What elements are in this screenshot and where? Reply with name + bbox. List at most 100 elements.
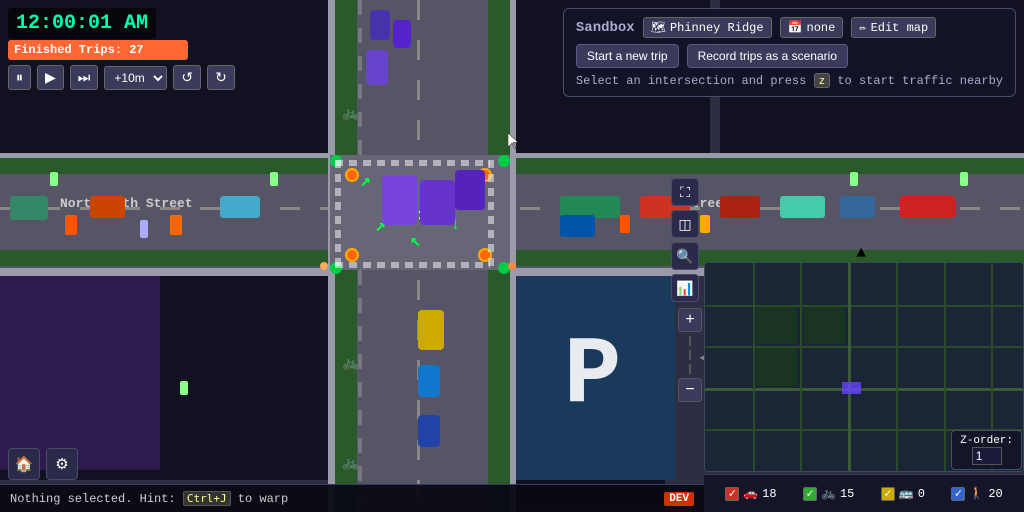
layers-button[interactable]: ◫ (671, 210, 699, 238)
z-order-label: Z-order: (960, 435, 1013, 447)
car-west3 (220, 196, 260, 218)
car-v2 (370, 10, 390, 40)
car-int1 (382, 175, 417, 225)
crosswalk-bottom (335, 262, 490, 268)
fast-forward-button[interactable]: ⏭ (70, 65, 99, 90)
car-int3 (455, 170, 485, 210)
record-trips-button[interactable]: Record trips as a scenario (687, 44, 848, 68)
legend-bike-icon: 🚲 (821, 486, 836, 501)
car-south3 (418, 415, 440, 447)
edit-map-badge[interactable]: ✏ Edit map (851, 17, 936, 38)
car-south1 (418, 310, 444, 350)
legend-bus: ✓ 🚌 0 (881, 486, 925, 501)
legend-bike-count: 15 (840, 487, 854, 501)
signal-tl (345, 168, 359, 182)
bike-symbol-3: 🚲 (342, 455, 359, 472)
sandbox-title-row: Sandbox 🗺 Phinney Ridge 📅 none ✏ Edit ma… (576, 17, 1003, 38)
minimap-nav-up[interactable]: ▲ (856, 244, 866, 262)
street-label-west: North 87th Street (60, 196, 193, 211)
car-west2 (90, 196, 125, 218)
settings-button[interactable]: ⚙ (46, 448, 78, 480)
pedestrian-2 (508, 262, 516, 270)
car-arrow-up2 (170, 215, 182, 235)
arrow-east2 (700, 215, 710, 233)
legend-ped-count: 20 (988, 487, 1002, 501)
arrow-5: ↖ (410, 230, 421, 252)
hint-suffix: to start traffic nearby (837, 74, 1003, 88)
pedestrian-1 (320, 262, 328, 270)
bike-top1 (50, 172, 58, 186)
edit-label: Edit map (871, 21, 929, 35)
ped-signal-2 (498, 155, 510, 167)
zoom-separator2 (689, 350, 691, 360)
scenario-icon: 📅 (788, 20, 803, 35)
legend-bike-checkbox[interactable]: ✓ (803, 487, 817, 501)
car-v3 (393, 20, 411, 48)
sandbox-label: Sandbox (576, 20, 635, 36)
status-bar: Nothing selected. Hint: Ctrl+J to warp D… (0, 484, 704, 512)
vroad-dash-2 (358, 270, 362, 512)
legend-ped-icon: 🚶 (969, 486, 984, 501)
z-order-input[interactable] (972, 447, 1002, 465)
chart-button[interactable]: 📊 (671, 274, 699, 302)
reset-button[interactable]: ↺ (173, 65, 201, 90)
fullscreen-button[interactable]: ⛶ (671, 178, 699, 206)
parking-lot: P (510, 270, 675, 480)
legend-ped-checkbox[interactable]: ✓ (951, 487, 965, 501)
play-button[interactable]: ▶ (37, 65, 64, 90)
car-west1 (10, 196, 48, 220)
edit-icon: ✏ (859, 20, 866, 35)
legend-car-count: 18 (762, 487, 776, 501)
status-text: Nothing selected. Hint: Ctrl+J to warp (10, 492, 288, 506)
bike-west1 (140, 220, 148, 238)
hint-key: z (814, 73, 831, 88)
zoom-separator (689, 336, 691, 346)
arrow-1: ↗ (360, 170, 371, 192)
car-int2 (420, 180, 455, 225)
speed-select[interactable]: +10m +1m +30s (104, 66, 167, 90)
dev-badge: DEV (664, 492, 694, 506)
legend-bike: ✓ 🚲 15 (803, 486, 854, 501)
vroad-dash-1 (358, 0, 362, 155)
new-trip-button[interactable]: Start a new trip (576, 44, 679, 68)
crosswalk-left (335, 160, 341, 270)
zoom-out-button[interactable]: − (678, 378, 702, 402)
search-button[interactable]: 🔍 (671, 242, 699, 270)
restart-button[interactable]: ↻ (207, 65, 235, 90)
bike-symbol-2: 🚲 (342, 355, 359, 372)
bottom-legend: ✓ 🚗 18 ✓ 🚲 15 ✓ 🚌 0 ✓ 🚶 20 (704, 474, 1024, 512)
scenario-badge[interactable]: 📅 none (780, 17, 844, 38)
legend-bus-checkbox[interactable]: ✓ (881, 487, 895, 501)
neighborhood-badge[interactable]: 🗺 Phinney Ridge (643, 17, 772, 38)
status-main: Nothing selected. Hint: (10, 492, 176, 506)
parking-icon: P (564, 321, 622, 430)
status-key: Ctrl+J (183, 491, 231, 506)
car-arrow-up (65, 215, 77, 235)
bike-east2 (960, 172, 968, 186)
sandbox-actions: Start a new trip Record trips as a scena… (576, 44, 1003, 68)
home-controls: 🏠 ⚙ (8, 448, 78, 480)
bike-top2 (270, 172, 278, 186)
crosswalk-top (335, 160, 490, 166)
car-east5 (840, 196, 875, 218)
legend-pedestrian: ✓ 🚶 20 (951, 486, 1002, 501)
pause-button[interactable]: ⏸ (8, 65, 31, 90)
bike-symbol-1: 🚲 (342, 105, 359, 122)
zoom-in-button[interactable]: + (678, 308, 702, 332)
home-button[interactable]: 🏠 (8, 448, 40, 480)
car-south2 (418, 365, 440, 397)
car-east4 (780, 196, 825, 218)
zoom-separator3 (689, 364, 691, 374)
signal-bl (345, 248, 359, 262)
car-v1 (366, 50, 388, 85)
neighborhood-name: Phinney Ridge (670, 21, 764, 35)
hint-text: Select an intersection and press (576, 74, 806, 88)
legend-car: ✓ 🚗 18 (725, 486, 776, 501)
car-east3 (720, 196, 760, 218)
legend-car-checkbox[interactable]: ✓ (725, 487, 739, 501)
arrow-east1 (620, 215, 630, 233)
crosswalk-right (488, 160, 494, 270)
map-tools: ⛶ ◫ 🔍 📊 (671, 178, 699, 302)
z-order-panel: Z-order: (951, 430, 1022, 470)
sandbox-hint: Select an intersection and press z to st… (576, 74, 1003, 88)
